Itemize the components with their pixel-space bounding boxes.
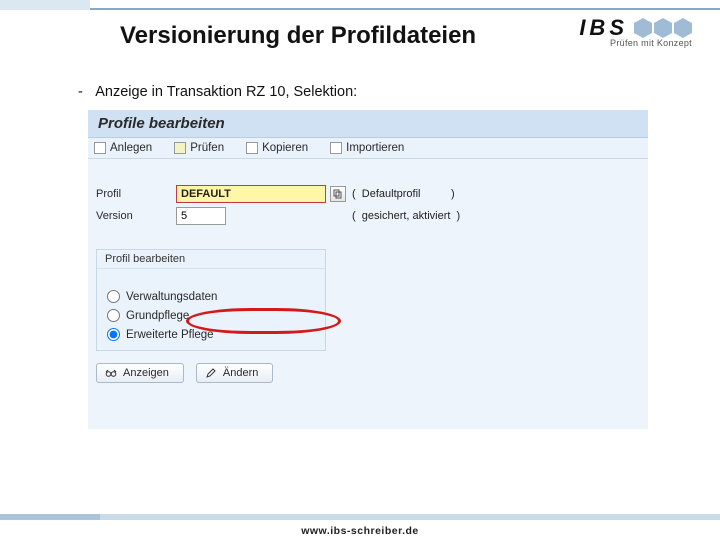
check-icon [174,142,186,154]
f4-help-button[interactable] [330,186,346,202]
sap-body: Profil ( Defaultprofil ) Version ( gesic… [88,159,648,429]
footer-url: www.ibs-schreiber.de [0,525,720,537]
radio-erweiterte-pflege[interactable]: Erweiterte Pflege [97,325,325,344]
import-icon [330,142,342,154]
bullet-line: - Anzeige in Transaktion RZ 10, Selektio… [78,84,357,100]
radio-input[interactable] [107,328,120,341]
button-label: Anzeigen [123,367,169,379]
toolbar-label: Importieren [346,142,404,154]
profil-desc: ( Defaultprofil ) [352,188,455,200]
footer-accent-bar [0,514,720,520]
input-profil[interactable] [176,185,326,203]
glasses-icon [105,367,117,379]
bullet-dash: - [78,84,92,100]
version-desc: ( gesichert, aktiviert ) [352,210,460,222]
brand-name: IBS [579,19,628,37]
search-help-icon [333,189,343,199]
toolbar-anlegen[interactable]: Anlegen [94,142,152,154]
button-label: Ändern [223,367,258,379]
button-aendern[interactable]: Ändern [196,363,273,383]
slide-title: Versionierung der Profildateien [120,22,476,50]
slide-top-accent [0,0,90,10]
copy-icon [246,142,258,154]
hex-icon [674,18,692,38]
radio-verwaltungsdaten[interactable]: Verwaltungsdaten [97,287,325,306]
row-version: Version ( gesichert, aktiviert ) [88,205,648,227]
groupbox-title: Profil bearbeiten [97,250,325,269]
brand-logo: IBS Prüfen mit Konzept [579,18,692,48]
sap-screenshot: Profile bearbeiten Anlegen Prüfen Kopier… [88,110,648,429]
toolbar-label: Kopieren [262,142,308,154]
new-doc-icon [94,142,106,154]
radio-grundpflege[interactable]: Grundpflege [97,306,325,325]
toolbar-importieren[interactable]: Importieren [330,142,404,154]
radio-input[interactable] [107,309,120,322]
sap-window-title: Profile bearbeiten [88,110,648,138]
input-version[interactable] [176,207,226,225]
radio-label: Verwaltungsdaten [126,291,217,303]
hex-icon [654,18,672,38]
toolbar-label: Anlegen [110,142,152,154]
toolbar-pruefen[interactable]: Prüfen [174,142,224,154]
sap-toolbar: Anlegen Prüfen Kopieren Importieren [88,138,648,159]
row-profil: Profil ( Defaultprofil ) [88,183,648,205]
toolbar-kopieren[interactable]: Kopieren [246,142,308,154]
radio-label: Erweiterte Pflege [126,329,214,341]
slide-top-border [0,0,720,10]
radio-input[interactable] [107,290,120,303]
groupbox-profil-bearbeiten: Profil bearbeiten Verwaltungsdaten Grund… [96,249,326,351]
button-anzeigen[interactable]: Anzeigen [96,363,184,383]
toolbar-label: Prüfen [190,142,224,154]
pencil-icon [205,367,217,379]
button-row: Anzeigen Ändern [96,363,640,383]
bullet-text: Anzeige in Transaktion RZ 10, Selektion: [95,84,357,100]
label-profil: Profil [96,188,176,200]
hex-icon-cluster [634,18,692,38]
hex-icon [634,18,652,38]
label-version: Version [96,210,176,222]
radio-label: Grundpflege [126,310,189,322]
